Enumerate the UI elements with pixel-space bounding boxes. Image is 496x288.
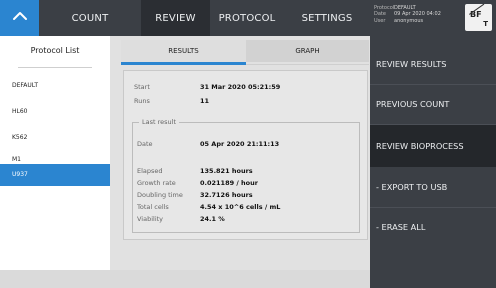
home-button[interactable] — [0, 0, 39, 36]
doubling-time-value: 32.7126 hours — [200, 191, 253, 199]
menu-review-results[interactable]: REVIEW RESULTS — [370, 44, 496, 84]
bottom-bar — [0, 270, 370, 288]
menu-item-label: - EXPORT TO USB — [376, 182, 448, 192]
protocol-item-u937[interactable]: U937 — [0, 164, 110, 186]
subtab-results[interactable]: RESULTS — [121, 40, 246, 62]
tab-protocol[interactable]: PROTOCOL — [210, 0, 284, 36]
viability-value: 24.1 % — [200, 215, 225, 223]
growth-rate-label: Growth rate — [137, 179, 176, 187]
protocol-item-label: M1 — [12, 156, 21, 163]
subtab-divider — [246, 64, 369, 65]
last-result-group: Last result Date 05 Apr 2020 21:11:13 El… — [132, 118, 360, 233]
start-value: 31 Mar 2020 05:21:59 — [200, 83, 281, 91]
subtab-graph[interactable]: GRAPH — [246, 40, 369, 62]
menu-erase-all[interactable]: - ERASE ALL — [370, 207, 496, 247]
review-menu: REVIEW RESULTS PREVIOUS COUNT REVIEW BIO… — [370, 36, 496, 288]
runs-label: Runs — [134, 97, 150, 105]
total-cells-value: 4.54 x 10^6 cells / mL — [200, 203, 281, 211]
protocol-item-label: DEFAULT — [12, 82, 38, 89]
protocol-value: DEFAULT — [394, 5, 416, 11]
protocol-list-panel: Protocol List DEFAULT HL60 K562 M1 U937 — [0, 36, 110, 270]
subtab-results-label: RESULTS — [168, 47, 199, 55]
total-cells-label: Total cells — [137, 203, 169, 211]
menu-item-label: PREVIOUS COUNT — [376, 99, 450, 109]
top-nav-bar: COUNT REVIEW PROTOCOL SETTINGS ProtocolD… — [0, 0, 496, 36]
doubling-time-label: Doubling time — [137, 191, 183, 199]
tab-review[interactable]: REVIEW — [141, 0, 210, 36]
tab-settings-label: SETTINGS — [301, 12, 353, 24]
elapsed-label: Elapsed — [137, 167, 163, 175]
growth-rate-value: 0.021189 / hour — [200, 179, 258, 187]
tab-settings[interactable]: SETTINGS — [284, 0, 370, 36]
status-info: ProtocolDEFAULT Date 09 Apr 2020 04:02 Us… — [374, 5, 441, 24]
user-value: anonymous — [394, 17, 424, 24]
user-key: User — [374, 17, 386, 24]
menu-previous-count[interactable]: PREVIOUS COUNT — [370, 84, 496, 124]
results-panel: Start 31 Mar 2020 05:21:59 Runs 11 Last … — [123, 70, 368, 240]
subtab-active-indicator — [121, 62, 246, 65]
menu-item-label: REVIEW RESULTS — [376, 59, 447, 69]
date-label: Date — [137, 140, 153, 148]
runs-value: 11 — [200, 97, 210, 105]
protocol-item-k562[interactable]: K562 — [0, 128, 110, 148]
date-value: 09 Apr 2020 04:02 — [394, 11, 441, 18]
elapsed-value: 135.821 hours — [200, 167, 253, 175]
protocol-list-title: Protocol List — [30, 46, 80, 55]
protocol-item-default[interactable]: DEFAULT — [0, 76, 110, 96]
last-result-title: Last result — [139, 118, 179, 126]
menu-export-to-usb[interactable]: - EXPORT TO USB — [370, 167, 496, 207]
start-label: Start — [134, 83, 150, 91]
protocol-item-label: U937 — [12, 171, 28, 178]
date-value: 05 Apr 2020 21:11:13 — [200, 140, 280, 148]
tab-protocol-label: PROTOCOL — [218, 12, 276, 24]
subtab-graph-label: GRAPH — [295, 47, 320, 55]
viability-label: Viability — [137, 215, 164, 223]
tab-count-label: COUNT — [71, 12, 109, 24]
tab-count[interactable]: COUNT — [39, 0, 141, 36]
protocol-item-label: HL60 — [12, 108, 28, 115]
protocol-list-title-divider — [18, 67, 92, 68]
badge-bottom: T — [483, 20, 488, 28]
menu-review-bioprocess[interactable]: REVIEW BIOPROCESS — [370, 125, 496, 167]
protocol-item-hl60[interactable]: HL60 — [0, 102, 110, 122]
mode-badge[interactable]: BF T — [465, 3, 492, 31]
tab-review-label: REVIEW — [155, 12, 196, 24]
menu-item-label: REVIEW BIOPROCESS — [376, 141, 464, 151]
home-icon — [12, 12, 27, 20]
protocol-item-label: K562 — [12, 134, 28, 141]
menu-item-label: - ERASE ALL — [376, 222, 426, 232]
